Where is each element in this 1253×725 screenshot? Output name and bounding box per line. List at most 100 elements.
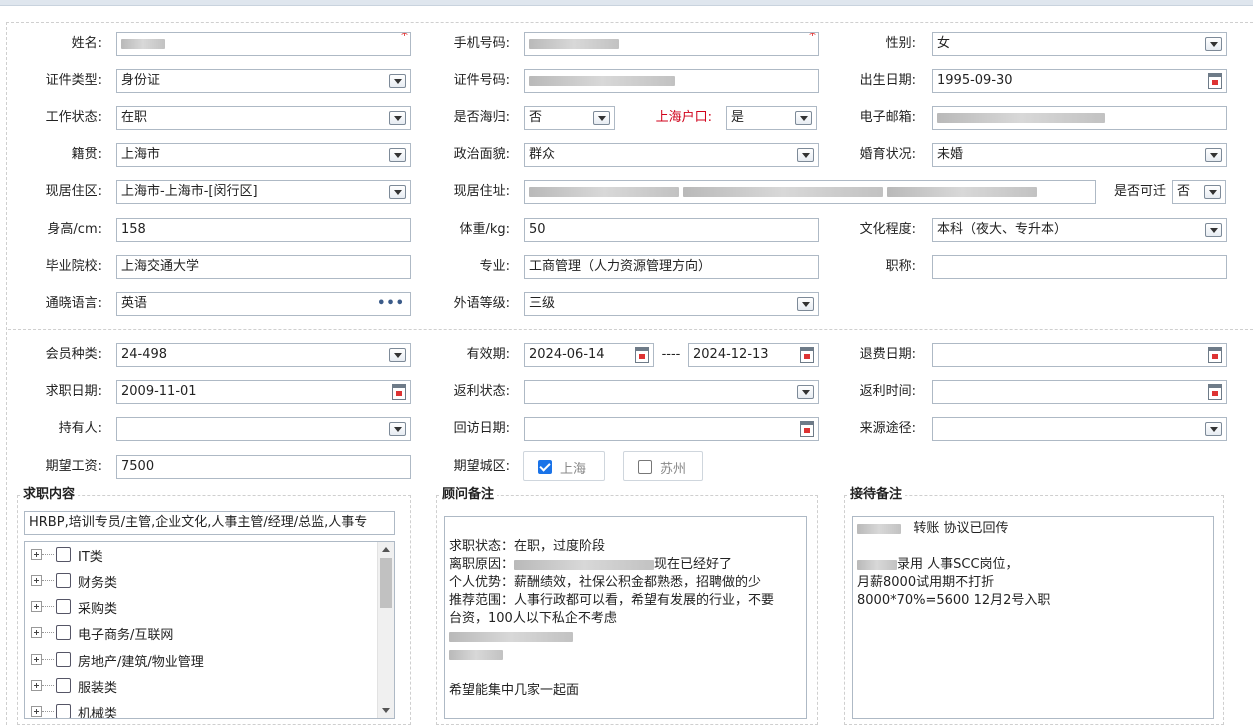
- job-content-title: 求职内容: [20, 487, 79, 503]
- languages-field[interactable]: 英语 •••: [116, 292, 411, 316]
- plus-box-icon[interactable]: [31, 706, 42, 717]
- chevron-down-icon[interactable]: [795, 111, 812, 125]
- calendar-icon[interactable]: [635, 347, 649, 363]
- city-option-shanghai[interactable]: 上海: [523, 451, 605, 481]
- returnee-select[interactable]: 否: [524, 106, 615, 130]
- gender-select[interactable]: 女: [932, 32, 1227, 56]
- refund-date-field[interactable]: [932, 343, 1227, 367]
- reception-notes-textarea[interactable]: 转账 协议已回传 录用 人事SCC岗位， 月薪8000试用期不打折 8000*7…: [852, 516, 1214, 719]
- chevron-down-icon[interactable]: [797, 297, 814, 311]
- height-field[interactable]: 158: [116, 218, 411, 242]
- job-seek-date-field[interactable]: 2009-11-01: [116, 380, 411, 404]
- chevron-down-icon[interactable]: [389, 348, 406, 362]
- plus-box-icon[interactable]: [31, 654, 42, 665]
- tree-item[interactable]: 采购类: [25, 595, 375, 621]
- tree-item[interactable]: IT类: [25, 543, 375, 569]
- redacted-text: [857, 559, 897, 570]
- plus-box-icon[interactable]: [31, 680, 42, 691]
- checkbox-unchecked-icon[interactable]: [56, 625, 71, 640]
- note-text: 现在已经好了: [654, 557, 733, 572]
- tree-item[interactable]: 电子商务/互联网: [25, 621, 375, 647]
- tree-item[interactable]: 财务类: [25, 569, 375, 595]
- checkbox-unchecked-icon[interactable]: [56, 704, 71, 718]
- chevron-down-icon[interactable]: [1205, 223, 1222, 237]
- major-field[interactable]: 工商管理（人力资源管理方向）: [524, 255, 819, 279]
- revisit-date-field[interactable]: [524, 417, 819, 441]
- id-type-select[interactable]: 身份证: [116, 69, 411, 93]
- birth-date-field[interactable]: 1995-09-30: [932, 69, 1227, 93]
- weight-field[interactable]: 50: [524, 218, 819, 242]
- tree-item[interactable]: 房地产/建筑/物业管理: [25, 648, 375, 674]
- chevron-down-icon[interactable]: [389, 185, 406, 199]
- scroll-down-icon[interactable]: [382, 708, 390, 713]
- chevron-down-icon[interactable]: [389, 148, 406, 162]
- checkbox-unchecked-icon[interactable]: [56, 678, 71, 693]
- checkbox-checked-icon[interactable]: [538, 460, 552, 474]
- city-option-suzhou[interactable]: 苏州: [623, 451, 703, 481]
- plus-box-icon[interactable]: [31, 575, 42, 586]
- chevron-down-icon[interactable]: [593, 111, 610, 125]
- chevron-down-icon[interactable]: [389, 422, 406, 436]
- source-select[interactable]: [932, 417, 1227, 441]
- chevron-down-icon[interactable]: [1205, 422, 1222, 436]
- education-select[interactable]: 本科（夜大、专升本）: [932, 218, 1227, 242]
- political-select[interactable]: 群众: [524, 143, 819, 167]
- chevron-down-icon[interactable]: [1205, 37, 1222, 51]
- email-field[interactable]: [932, 106, 1227, 130]
- scroll-thumb[interactable]: [380, 558, 392, 608]
- member-type-select[interactable]: 24-498: [116, 343, 411, 367]
- tree-scrollbar[interactable]: [377, 542, 394, 718]
- shanghai-hukou-select[interactable]: 是: [726, 106, 817, 130]
- language-level-select[interactable]: 三级: [524, 292, 819, 316]
- job-content-summary[interactable]: HRBP,培训专员/主管,企业文化,人事主管/经理/总监,人事专: [24, 511, 395, 535]
- scroll-up-icon[interactable]: [382, 547, 390, 552]
- school-field[interactable]: 上海交通大学: [116, 255, 411, 279]
- marital-select[interactable]: 未婚: [932, 143, 1227, 167]
- rebate-status-select[interactable]: [524, 380, 819, 404]
- name-field[interactable]: *: [116, 32, 411, 56]
- valid-to-field[interactable]: 2024-12-13: [688, 343, 819, 367]
- calendar-icon[interactable]: [800, 421, 814, 437]
- calendar-icon[interactable]: [392, 384, 406, 400]
- valid-from-field[interactable]: 2024-06-14: [524, 343, 654, 367]
- calendar-icon[interactable]: [1208, 347, 1222, 363]
- calendar-icon[interactable]: [800, 347, 814, 363]
- job-category-tree[interactable]: IT类 财务类 采购类 电子商务/互联网 房地产/建筑/物业管理 服装类 机械类: [24, 541, 395, 719]
- more-dots-icon[interactable]: •••: [377, 293, 405, 315]
- checkbox-unchecked-icon[interactable]: [56, 652, 71, 667]
- checkbox-unchecked-icon[interactable]: [56, 573, 71, 588]
- chevron-down-icon[interactable]: [797, 148, 814, 162]
- plus-box-icon[interactable]: [31, 549, 42, 560]
- calendar-icon[interactable]: [1208, 384, 1222, 400]
- redacted-text: [857, 523, 901, 534]
- residence-area-select[interactable]: 上海市-上海市-[闵行区]: [116, 180, 411, 204]
- relocatable-label: 是否可迁: [1113, 184, 1166, 199]
- expected-salary-field[interactable]: 7500: [116, 455, 411, 479]
- tree-line: [42, 632, 54, 633]
- calendar-icon[interactable]: [1208, 73, 1222, 89]
- holder-select[interactable]: [116, 417, 411, 441]
- work-status-select[interactable]: 在职: [116, 106, 411, 130]
- checkbox-unchecked-icon[interactable]: [56, 547, 71, 562]
- chevron-down-icon[interactable]: [1204, 185, 1221, 199]
- chevron-down-icon[interactable]: [797, 385, 814, 399]
- plus-box-icon[interactable]: [31, 627, 42, 638]
- checkbox-unchecked-icon[interactable]: [638, 460, 652, 474]
- chevron-down-icon[interactable]: [1205, 148, 1222, 162]
- phone-field[interactable]: *: [524, 32, 819, 56]
- chevron-down-icon[interactable]: [389, 74, 406, 88]
- relocatable-select[interactable]: 否: [1172, 180, 1226, 204]
- residence-address-field[interactable]: [524, 180, 1096, 204]
- plus-box-icon[interactable]: [31, 601, 42, 612]
- member-type-value: 24-498: [121, 347, 168, 362]
- rebate-time-field[interactable]: [932, 380, 1227, 404]
- note-text: 离职原因：: [449, 557, 515, 572]
- chevron-down-icon[interactable]: [389, 111, 406, 125]
- tree-item[interactable]: 机械类: [25, 700, 375, 718]
- id-number-field[interactable]: [524, 69, 819, 93]
- native-place-select[interactable]: 上海市: [116, 143, 411, 167]
- tree-item[interactable]: 服装类: [25, 674, 375, 700]
- consultant-notes-textarea[interactable]: 求职状态：在职，过度阶段 离职原因： 现在已经好了 个人优势：薪酬绩效，社保公积金…: [444, 516, 807, 719]
- title-field[interactable]: [932, 255, 1227, 279]
- checkbox-unchecked-icon[interactable]: [56, 599, 71, 614]
